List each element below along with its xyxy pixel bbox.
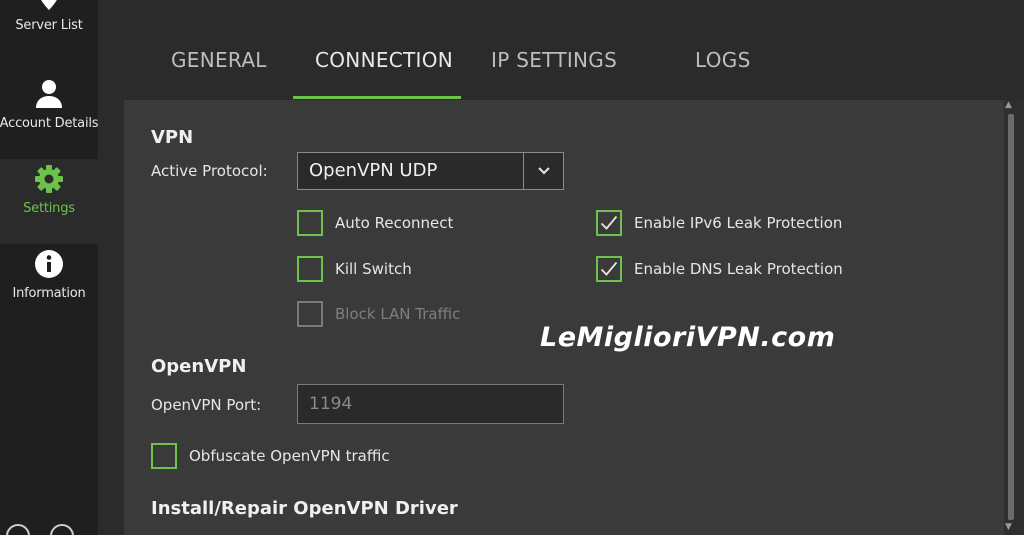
user-icon (36, 74, 62, 108)
openvpn-port-input[interactable] (297, 384, 564, 424)
checkbox-box[interactable] (297, 210, 323, 236)
sidebar-item-label: Account Details (0, 116, 99, 131)
scrollbar[interactable]: ▲ ▼ (1004, 100, 1024, 535)
active-tab-indicator (293, 96, 461, 99)
obfuscate-checkbox[interactable]: Obfuscate OpenVPN traffic (151, 443, 390, 469)
checkbox-box[interactable] (151, 443, 177, 469)
kill-switch-checkbox[interactable]: Kill Switch (297, 256, 412, 282)
chevron-down-icon (537, 167, 550, 175)
scroll-thumb[interactable] (1008, 114, 1014, 520)
power-icon[interactable] (50, 524, 74, 535)
section-title-openvpn: OpenVPN (151, 356, 247, 377)
checkbox-label: Enable DNS Leak Protection (634, 260, 843, 278)
checkmark-icon (600, 261, 618, 276)
protocol-select[interactable]: OpenVPN UDP (297, 152, 564, 190)
tab-general[interactable]: GENERAL (171, 48, 267, 72)
sidebar-item-label: Server List (15, 18, 83, 33)
checkbox-box[interactable] (297, 256, 323, 282)
sidebar-item-account-details[interactable]: Account Details (0, 74, 99, 159)
openvpn-port-label: OpenVPN Port: (151, 396, 262, 414)
auto-reconnect-checkbox[interactable]: Auto Reconnect (297, 210, 453, 236)
help-icon[interactable] (6, 524, 30, 535)
checkmark-icon (600, 215, 618, 230)
section-title-install-driver: Install/Repair OpenVPN Driver (151, 498, 458, 519)
checkbox-label: Obfuscate OpenVPN traffic (189, 447, 390, 465)
sidebar: Server List Account Details Settings Inf… (0, 0, 99, 535)
sidebar-item-information[interactable]: Information (0, 244, 98, 329)
block-lan-checkbox[interactable]: Block LAN Traffic (297, 301, 460, 327)
sidebar-item-label: Settings (23, 201, 75, 216)
scroll-down-icon[interactable]: ▼ (1005, 522, 1012, 532)
tab-logs[interactable]: LOGS (695, 48, 751, 72)
sidebar-item-server-list[interactable]: Server List (0, 0, 98, 61)
sidebar-item-label: Information (12, 286, 86, 301)
section-title-vpn: VPN (151, 127, 194, 148)
scroll-up-icon[interactable]: ▲ (1005, 100, 1012, 110)
tab-ip-settings[interactable]: IP SETTINGS (491, 48, 617, 72)
sidebar-footer-icons (6, 524, 74, 535)
protocol-select-button[interactable] (523, 153, 563, 189)
checkbox-label: Block LAN Traffic (335, 305, 461, 323)
ipv6-leak-checkbox[interactable]: Enable IPv6 Leak Protection (596, 210, 842, 236)
protocol-select-value: OpenVPN UDP (309, 160, 438, 181)
watermark-text: LeMiglioriVPN.com (540, 322, 836, 353)
checkbox-box[interactable] (596, 256, 622, 282)
checkbox-box[interactable] (596, 210, 622, 236)
info-icon (35, 244, 63, 278)
tab-bar: GENERAL CONNECTION IP SETTINGS LOGS (130, 0, 1010, 100)
tab-connection[interactable]: CONNECTION (315, 48, 453, 72)
sidebar-item-settings[interactable]: Settings (0, 159, 98, 244)
gear-icon (35, 159, 63, 193)
checkbox-label: Enable IPv6 Leak Protection (634, 214, 843, 232)
checkbox-label: Auto Reconnect (335, 214, 454, 232)
active-protocol-label: Active Protocol: (151, 162, 268, 180)
map-pin-icon (38, 0, 60, 10)
dns-leak-checkbox[interactable]: Enable DNS Leak Protection (596, 256, 843, 282)
checkbox-box[interactable] (297, 301, 323, 327)
checkbox-label: Kill Switch (335, 260, 412, 278)
